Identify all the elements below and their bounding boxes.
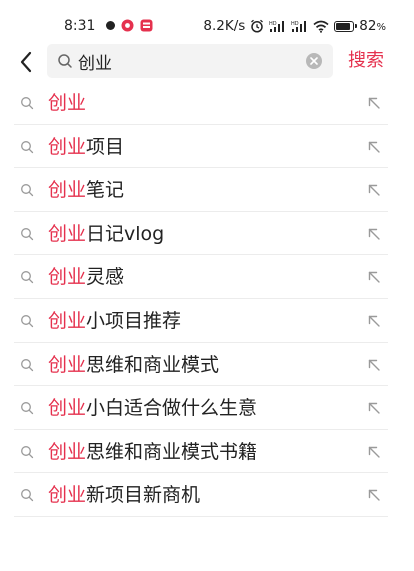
network-speed: 8.2K/s (203, 18, 246, 34)
suggestion-item[interactable]: 创业小白适合做什么生意 (0, 386, 414, 430)
search-icon (21, 271, 34, 284)
suggestion-rest: 日记vlog (86, 222, 165, 245)
suggestion-highlight: 创业 (48, 222, 87, 245)
suggestion-text: 创业思维和商业模式书籍 (48, 439, 257, 465)
suggestion-highlight: 创业 (48, 484, 87, 507)
back-button[interactable] (14, 48, 38, 76)
suggestion-highlight: 创业 (48, 266, 87, 289)
search-icon (21, 315, 34, 328)
search-header: 搜索 (0, 44, 414, 80)
suggestion-text: 创业小白适合做什么生意 (48, 395, 257, 421)
arrow-up-left-icon (368, 359, 380, 371)
search-icon (21, 140, 34, 153)
suggestion-item[interactable]: 创业思维和商业模式书籍 (0, 430, 414, 474)
suggestion-highlight: 创业 (48, 397, 87, 420)
search-icon (21, 445, 34, 458)
dot-icon (106, 21, 115, 30)
arrow-up-left-icon (368, 228, 380, 240)
battery-suffix: % (376, 22, 386, 33)
suggestion-list: 创业 创业项目 创业笔记 创业日记vlog 创业灵感 创业小项目推荐 创业思维和商业模式 创业… (0, 81, 414, 517)
fill-query-button[interactable] (364, 355, 384, 375)
search-icon (58, 54, 72, 68)
arrow-up-left-icon (368, 97, 380, 109)
suggestion-item[interactable]: 创业新项目新商机 (0, 473, 414, 517)
suggestion-text: 创业项目 (48, 134, 124, 160)
status-bar: 8:31 8.2K/s HD HD 82% (0, 0, 414, 44)
arrow-up-left-icon (368, 315, 380, 327)
fill-query-button[interactable] (364, 485, 384, 505)
search-input[interactable] (78, 44, 298, 78)
search-icon (21, 97, 34, 110)
suggestion-item[interactable]: 创业笔记 (0, 168, 414, 212)
suggestion-rest: 思维和商业模式 (86, 353, 220, 376)
arrow-up-left-icon (368, 490, 380, 502)
fill-query-button[interactable] (364, 311, 384, 331)
search-icon (21, 402, 34, 415)
suggestion-rest: 思维和商业模式书籍 (86, 440, 258, 463)
arrow-up-left-icon (368, 402, 380, 414)
fill-query-button[interactable] (364, 398, 384, 418)
search-submit-button[interactable]: 搜索 (348, 48, 384, 74)
wifi-icon (313, 20, 329, 33)
signal-icon: HD (269, 20, 285, 32)
battery-icon (334, 20, 358, 32)
fill-query-button[interactable] (364, 442, 384, 462)
search-icon (21, 489, 34, 502)
app-badge-icon (121, 19, 134, 32)
arrow-up-left-icon (368, 141, 380, 153)
fill-query-button[interactable] (364, 224, 384, 244)
clear-icon (310, 57, 318, 65)
battery-percent: 82 (359, 18, 377, 34)
fill-query-button[interactable] (364, 93, 384, 113)
search-icon (21, 358, 34, 371)
suggestion-text: 创业思维和商业模式 (48, 352, 219, 378)
suggestion-highlight: 创业 (48, 309, 87, 332)
suggestion-text: 创业小项目推荐 (48, 308, 181, 334)
fill-query-button[interactable] (364, 180, 384, 200)
back-arrow-icon (20, 51, 32, 73)
suggestion-text: 创业灵感 (48, 264, 124, 290)
suggestion-highlight: 创业 (48, 353, 87, 376)
status-notification-icons (106, 19, 153, 32)
suggestion-rest: 小项目推荐 (86, 309, 182, 332)
arrow-up-left-icon (368, 184, 380, 196)
suggestion-item[interactable]: 创业灵感 (0, 255, 414, 299)
arrow-up-left-icon (368, 272, 380, 284)
suggestion-rest: 笔记 (86, 179, 125, 202)
battery-level: 82% (359, 18, 386, 34)
suggestion-item[interactable]: 创业项目 (0, 125, 414, 169)
clear-button[interactable] (306, 53, 322, 69)
suggestion-text: 创业笔记 (48, 177, 124, 203)
suggestion-highlight: 创业 (48, 92, 87, 114)
suggestion-rest: 项目 (86, 135, 125, 158)
suggestion-highlight: 创业 (48, 135, 87, 158)
suggestion-highlight: 创业 (48, 440, 87, 463)
alarm-icon (251, 19, 264, 33)
svg-text:HD: HD (269, 21, 277, 27)
arrow-up-left-icon (368, 446, 380, 458)
suggestion-text: 创业新项目新商机 (48, 482, 200, 508)
suggestion-item[interactable]: 创业日记vlog (0, 212, 414, 256)
suggestion-text: 创业 (48, 90, 86, 116)
search-icon (21, 227, 34, 240)
suggestion-text: 创业日记vlog (48, 221, 164, 247)
search-box[interactable] (47, 44, 333, 78)
signal-icon: HD (291, 20, 307, 32)
suggestion-item[interactable]: 创业 (0, 81, 414, 125)
fill-query-button[interactable] (364, 267, 384, 287)
suggestion-rest: 灵感 (86, 266, 125, 289)
app-badge-icon (140, 19, 153, 32)
suggestion-rest: 小白适合做什么生意 (86, 397, 258, 420)
search-icon (21, 184, 34, 197)
suggestion-rest: 新项目新商机 (86, 484, 201, 507)
status-time: 8:31 (64, 18, 96, 34)
svg-text:HD: HD (291, 21, 299, 27)
suggestion-item[interactable]: 创业小项目推荐 (0, 299, 414, 343)
suggestion-highlight: 创业 (48, 179, 87, 202)
fill-query-button[interactable] (364, 137, 384, 157)
status-right-group: 8.2K/s HD HD 82% (203, 18, 386, 34)
suggestion-item[interactable]: 创业思维和商业模式 (0, 343, 414, 387)
